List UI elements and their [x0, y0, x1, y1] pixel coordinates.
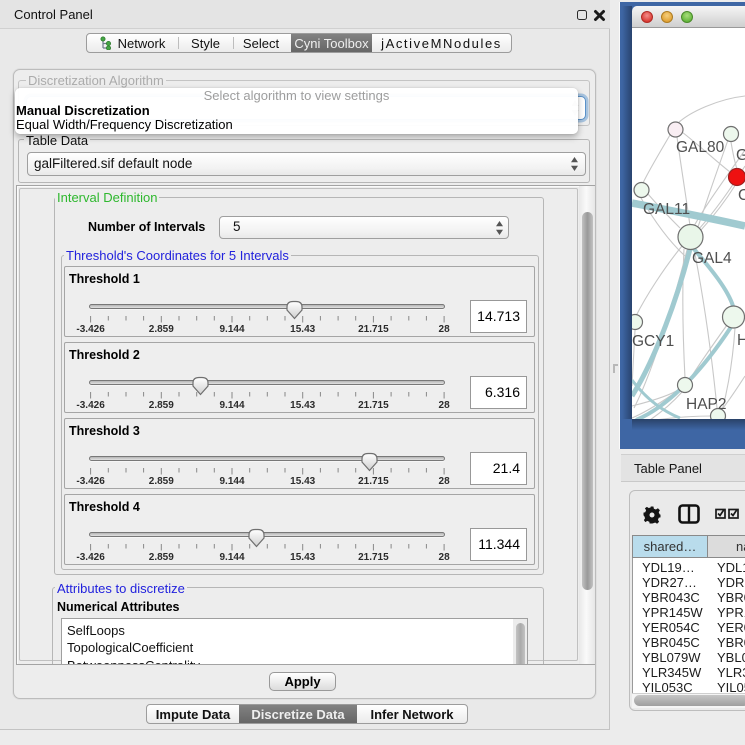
svg-text:GCY1: GCY1 [632, 333, 674, 350]
svg-text:HO: HO [737, 332, 745, 349]
svg-text:CRP1: CRP1 [738, 187, 745, 204]
svg-text:GAL2: GAL2 [736, 147, 745, 164]
svg-text:GAL11: GAL11 [643, 201, 690, 218]
svg-text:GAL4: GAL4 [692, 250, 732, 267]
svg-text:GAL80: GAL80 [676, 139, 725, 156]
svg-text:HAP2: HAP2 [686, 396, 727, 413]
